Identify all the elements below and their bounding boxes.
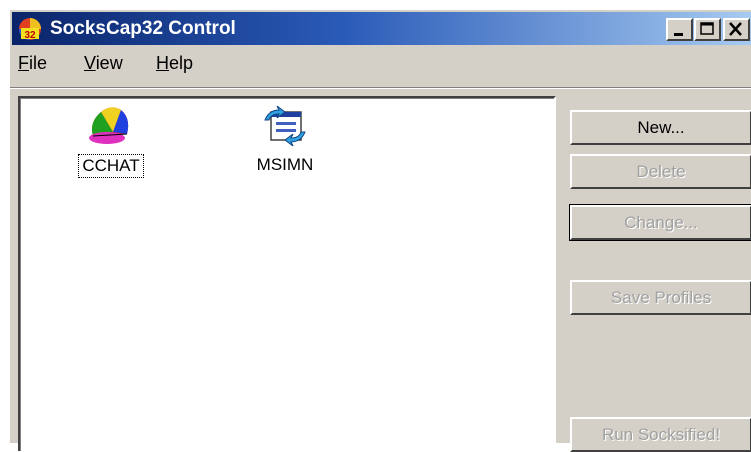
menu-help[interactable]: Help xyxy=(156,53,193,74)
title-bar[interactable]: 32 SocksCap32 Control xyxy=(12,12,751,45)
maximize-icon xyxy=(700,22,714,35)
menu-separator xyxy=(10,87,751,89)
list-item-msimn[interactable]: MSIMN xyxy=(230,102,340,176)
sockscap-window: 32 SocksCap32 Control File View Help CCH… xyxy=(8,8,751,452)
list-item-label: CCHAT xyxy=(78,154,144,178)
run-socksified-button-label: Run Socksified! xyxy=(601,425,721,444)
svg-text:32: 32 xyxy=(24,30,36,41)
msimn-mail-icon xyxy=(264,105,306,147)
change-button[interactable]: Change... xyxy=(569,204,751,241)
change-button-label: Change... xyxy=(624,213,698,232)
run-socksified-button[interactable]: Run Socksified! xyxy=(570,417,751,452)
new-button-label: New... xyxy=(637,118,685,137)
new-button[interactable]: New... xyxy=(570,110,751,145)
list-item-label: MSIMN xyxy=(256,155,314,174)
minimize-button[interactable] xyxy=(666,18,693,41)
save-profiles-button[interactable]: Save Profiles xyxy=(570,280,751,315)
delete-button[interactable]: Delete xyxy=(570,154,751,189)
sockscap-32-icon: 32 xyxy=(19,18,41,41)
menu-file[interactable]: File xyxy=(18,53,47,74)
menu-bar: File View Help xyxy=(12,47,751,79)
maximize-button[interactable] xyxy=(694,18,721,41)
close-button[interactable] xyxy=(723,18,750,41)
close-icon xyxy=(729,22,742,36)
save-profiles-button-label: Save Profiles xyxy=(610,288,712,307)
list-item-cchat[interactable]: CCHAT xyxy=(56,102,166,178)
window-title: SocksCap32 Control xyxy=(50,18,236,39)
cchat-cap-icon xyxy=(89,107,129,144)
delete-button-label: Delete xyxy=(636,162,686,181)
minimize-icon xyxy=(674,33,683,36)
menu-view[interactable]: View xyxy=(84,53,123,74)
application-list[interactable]: CCHAT MSIMN xyxy=(18,96,556,451)
